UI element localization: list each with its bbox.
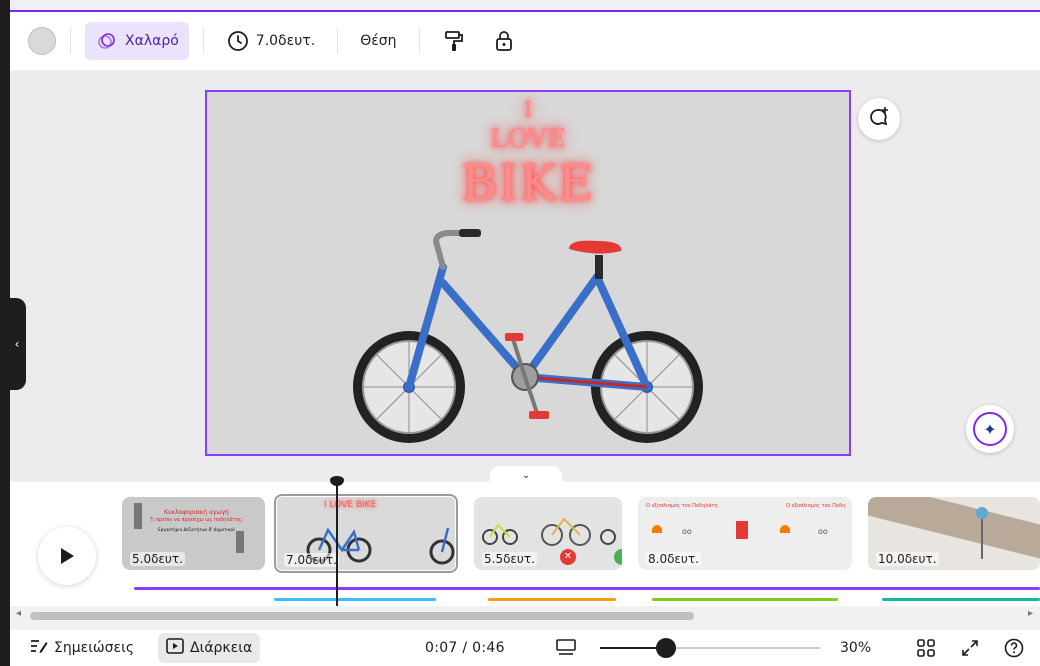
toolbar-divider bbox=[337, 28, 339, 54]
parking-meter-icon bbox=[236, 531, 244, 553]
scene-2-neon: I LOVE BIKE bbox=[324, 500, 377, 510]
timeline-scene-3[interactable]: ✕ 5.5δευτ. bbox=[474, 497, 622, 570]
toolbar-divider bbox=[70, 28, 71, 54]
duration-toggle-button[interactable]: Διάρκεια bbox=[158, 633, 261, 663]
audio-track-scene-3[interactable] bbox=[488, 598, 616, 601]
time-readout: 0:07 / 0:46 bbox=[425, 640, 505, 656]
audio-track-main[interactable] bbox=[134, 587, 1040, 590]
correct-mark-icon bbox=[614, 549, 622, 565]
audio-track-scene-2[interactable] bbox=[274, 598, 436, 601]
copy-style-button[interactable] bbox=[434, 22, 474, 60]
notes-icon bbox=[30, 638, 48, 658]
magic-assistant-button[interactable]: ✦ bbox=[966, 405, 1014, 453]
jersey-icon bbox=[736, 521, 748, 539]
helmet-icon bbox=[652, 525, 662, 533]
bicycles-row-icon bbox=[482, 517, 616, 546]
play-button[interactable] bbox=[38, 527, 96, 585]
scene-duration: 5.5δευτ. bbox=[482, 552, 537, 566]
paint-roller-icon bbox=[442, 29, 466, 53]
scene-duration: 10.0δευτ. bbox=[876, 552, 939, 566]
scene-1-caption-2: Τι πρέπει να προσέχω ως ποδηλάτης; bbox=[149, 517, 244, 523]
scene-4-caption-2: Ο εξοπλισμός του Ποδη bbox=[786, 503, 846, 509]
wrong-mark-icon: ✕ bbox=[560, 549, 576, 565]
playhead[interactable] bbox=[336, 482, 338, 606]
timeline-scrollbar[interactable]: ◂ ▸ bbox=[10, 606, 1040, 626]
help-icon bbox=[1004, 638, 1024, 658]
chevron-down-icon: ⌄ bbox=[521, 469, 531, 481]
scroll-left-icon[interactable]: ◂ bbox=[16, 608, 21, 619]
position-button[interactable]: Θέση bbox=[352, 26, 404, 56]
add-comment-button[interactable] bbox=[858, 98, 900, 140]
neon-text-i[interactable]: I bbox=[207, 98, 849, 123]
side-panel-toggle[interactable]: ‹ bbox=[8, 298, 26, 390]
play-box-icon bbox=[166, 638, 184, 658]
scene-duration: 8.0δευτ. bbox=[646, 552, 701, 566]
glasses-icon: oo bbox=[818, 527, 828, 536]
color-swatch[interactable] bbox=[28, 27, 56, 55]
scene-duration: 5.0δευτ. bbox=[130, 552, 185, 566]
slide-canvas[interactable]: I LOVE BIKE bbox=[205, 90, 851, 456]
notes-button[interactable]: Σημειώσεις bbox=[30, 638, 134, 658]
road-sign-icon bbox=[976, 507, 988, 519]
clock-icon bbox=[226, 29, 250, 53]
duration-toggle-label: Διάρκεια bbox=[190, 640, 253, 656]
play-icon bbox=[61, 548, 74, 564]
help-button[interactable] bbox=[1004, 638, 1024, 658]
audio-track-scene-5[interactable] bbox=[882, 598, 1040, 601]
expand-icon bbox=[962, 640, 978, 656]
comment-add-icon bbox=[868, 106, 890, 132]
zoom-slider[interactable] bbox=[600, 638, 820, 658]
scene-1-caption: Κυκλοφοριακή αγωγή bbox=[164, 509, 229, 516]
timeline-scene-4[interactable]: Ο εξοπλισμός του Ποδηλάτη Ο εξοπλισμός τ… bbox=[638, 497, 852, 570]
timeline-scene-5[interactable]: 10.0δευτ. bbox=[868, 497, 1040, 570]
neon-text-bike[interactable]: BIKE bbox=[207, 154, 849, 212]
notes-label: Σημειώσεις bbox=[54, 640, 135, 656]
duration-value: 7.0δευτ. bbox=[255, 33, 316, 49]
neon-text-love[interactable]: LOVE bbox=[207, 124, 849, 154]
zoom-percentage[interactable]: 30% bbox=[840, 640, 871, 656]
sparkle-icon: ✦ bbox=[973, 412, 1007, 446]
lock-button[interactable] bbox=[484, 22, 524, 60]
toolbar-divider bbox=[202, 28, 204, 54]
animation-icon bbox=[95, 29, 119, 53]
bottom-bar: Σημειώσεις Διάρκεια 0:07 / 0:46 30% bbox=[10, 630, 1040, 666]
scene-4-caption: Ο εξοπλισμός του Ποδηλάτη bbox=[646, 503, 718, 509]
animation-label: Χαλαρό bbox=[125, 33, 179, 49]
parking-meter-icon bbox=[134, 503, 142, 529]
grid-view-button[interactable] bbox=[916, 638, 936, 658]
bicycle-illustration[interactable] bbox=[347, 227, 707, 455]
scene-view-toggle[interactable] bbox=[556, 638, 576, 658]
grid-icon bbox=[917, 639, 935, 657]
audio-track-scene-4[interactable] bbox=[652, 598, 838, 601]
zoom-slider-handle[interactable] bbox=[656, 638, 676, 658]
scene-duration: 7.0δευτ. bbox=[284, 553, 339, 567]
duration-button[interactable]: 7.0δευτ. bbox=[218, 22, 323, 60]
scene-1-caption-3: Εργαστήρια Δεξιοτήτων Β' Δημοτικού bbox=[158, 527, 235, 532]
timeline-scene-1[interactable]: Κυκλοφοριακή αγωγή Τι πρέπει να προσέχω … bbox=[122, 497, 265, 570]
timeline-view-icon bbox=[556, 639, 576, 655]
position-label: Θέση bbox=[360, 33, 397, 49]
fullscreen-button[interactable] bbox=[960, 638, 980, 658]
timeline-panel: Κυκλοφοριακή αγωγή Τι πρέπει να προσέχω … bbox=[10, 476, 1040, 606]
playhead-handle[interactable] bbox=[330, 476, 344, 486]
road-stripe bbox=[868, 497, 1040, 559]
sign-pole bbox=[981, 519, 983, 559]
scroll-right-icon[interactable]: ▸ bbox=[1028, 608, 1033, 619]
chevron-left-icon: ‹ bbox=[14, 337, 20, 351]
animation-button[interactable]: Χαλαρό bbox=[85, 22, 189, 60]
bicycle-thumbnail-icon bbox=[429, 527, 455, 565]
lock-icon bbox=[492, 29, 516, 53]
glasses-icon: oo bbox=[682, 527, 692, 536]
editor-toolbar: Χαλαρό 7.0δευτ. Θέση bbox=[10, 10, 1040, 70]
helmet-icon bbox=[780, 525, 790, 533]
scrollbar-thumb[interactable] bbox=[30, 612, 694, 620]
timeline-scene-2[interactable]: I LOVE BIKE 7.0δευτ. bbox=[274, 494, 458, 573]
toolbar-divider bbox=[418, 28, 420, 54]
